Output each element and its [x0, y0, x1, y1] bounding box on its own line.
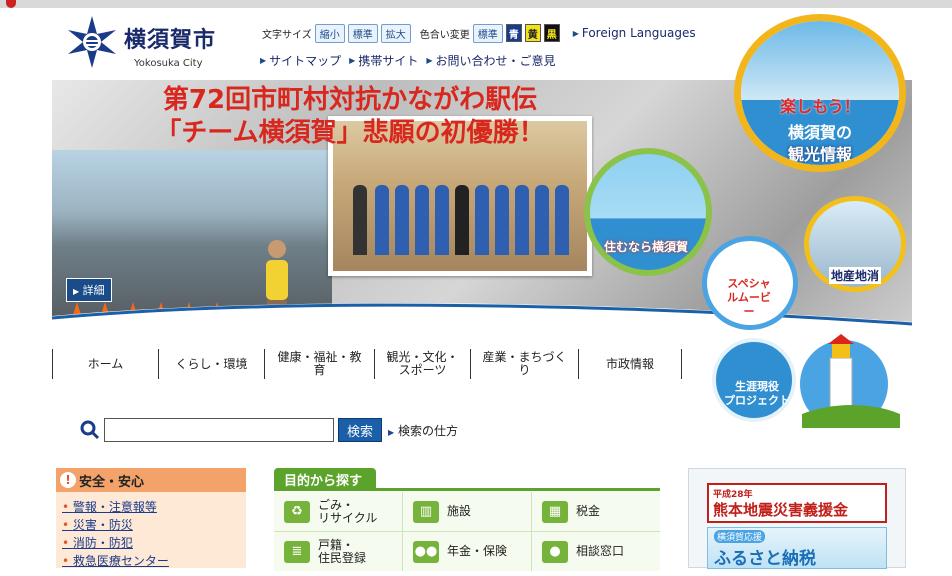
calculator-icon: ▦ — [542, 500, 568, 523]
side-banner-area: 平成28年 熊本地震災害義援金 横須賀応援 ふるさと納税 — [688, 468, 906, 569]
nav-health-welfare-education[interactable]: 健康・福祉・教育 — [264, 349, 374, 379]
kumamoto-donation-banner[interactable]: 平成28年 熊本地震災害義援金 — [707, 483, 887, 523]
purpose-label: ごみ・ リサイクル — [318, 497, 378, 525]
purpose-label: 相談窓口 — [576, 544, 625, 558]
purpose-search-panel: 目的から探す ♻ ごみ・ リサイクル ▥ 施設 ▦ 税金 ≣ 戸籍・ 住民登録 … — [274, 468, 660, 571]
font-size-label: 文字サイズ — [262, 29, 312, 41]
arrow-right-icon: ▶ — [426, 56, 433, 65]
color-black-button[interactable]: 黒 — [543, 24, 560, 42]
purpose-tab: 目的から探す — [274, 468, 376, 490]
sitemap-link[interactable]: ▶ サイトマップ — [260, 52, 341, 69]
tourism-line2: 横須賀の — [787, 123, 852, 142]
hero-title-line1: 第72回市町村対抗かながわ駅伝 — [162, 85, 538, 115]
font-standard-button[interactable]: 標準 — [347, 23, 378, 43]
color-blue-button[interactable]: 青 — [505, 24, 522, 42]
safety-item-disaster[interactable]: 災害・防災 — [62, 516, 240, 534]
arrow-right-icon: ▶ — [260, 56, 267, 65]
foreign-languages-label: Foreign Languages — [581, 26, 696, 40]
city-emblem-icon — [68, 16, 116, 68]
browser-topbar — [0, 0, 952, 8]
person-icon: ● — [542, 540, 568, 563]
arrow-right-icon: ▶ — [388, 428, 395, 437]
kumamoto-title: 熊本地震災害義援金 — [713, 501, 849, 519]
hero-headline: 第72回市町村対抗かながわ駅伝 「チーム横須賀」悲願の初優勝！ — [80, 84, 620, 150]
people-icon: ●● — [413, 540, 439, 563]
hero-title-line2: 「チーム横須賀」悲願の初優勝！ — [155, 118, 545, 148]
special-movie-banner[interactable]: スペシャルムービー — [702, 236, 798, 330]
local-produce-banner[interactable]: 地産地消 — [804, 196, 906, 292]
purpose-family-registry[interactable]: ≣ 戸籍・ 住民登録 — [274, 532, 402, 571]
purpose-grid: ♻ ごみ・ リサイクル ▥ 施設 ▦ 税金 ≣ 戸籍・ 住民登録 ●● 年金・保… — [274, 492, 660, 571]
browser-favicon-icon — [6, 0, 16, 8]
search-input[interactable] — [104, 418, 334, 442]
logo-title: 横須賀市 — [124, 28, 217, 53]
special-movie-label: スペシャルムービー — [727, 277, 771, 318]
live-in-yokosuka-banner[interactable]: 住むなら横須賀 — [584, 148, 712, 276]
safety-heading: ! 安全・安心 — [56, 468, 246, 492]
safety-title: 安全・安心 — [79, 474, 145, 490]
furusato-tax-banner[interactable]: 横須賀応援 ふるさと納税 — [707, 527, 887, 569]
contact-link[interactable]: ▶ お問い合わせ・ご意見 — [426, 52, 555, 69]
furusato-title: ふるさと納税 — [714, 549, 816, 569]
warning-icon: ! — [60, 472, 76, 488]
safety-item-emergency[interactable]: 救急医療センター — [62, 552, 240, 570]
contact-label: お問い合わせ・ご意見 — [435, 54, 556, 68]
purpose-label: 年金・保険 — [447, 544, 508, 558]
purpose-label: 施設 — [447, 504, 472, 518]
search-howto-link[interactable]: ▶ 検索の仕方 — [388, 422, 458, 439]
font-shrink-button[interactable]: 縮小 — [314, 23, 345, 43]
live-in-yokosuka-label: 住むなら横須賀 — [604, 240, 689, 254]
site-logo[interactable]: 横須賀市 Yokosuka City — [66, 14, 236, 74]
lifelong-active-label: 生涯現役 プロジェクト — [724, 380, 790, 407]
lifelong-active-banner[interactable]: 生涯現役 プロジェクト — [712, 338, 796, 422]
nav-industry-town[interactable]: 産業・まちづくり — [470, 349, 578, 379]
foreign-languages-link[interactable]: ▶ Foreign Languages — [573, 26, 696, 40]
nav-city-info[interactable]: 市政情報 — [578, 349, 682, 379]
nav-tourism-culture-sports[interactable]: 観光・文化・ スポーツ — [374, 349, 470, 379]
lighthouse-illustration — [800, 334, 900, 428]
tourism-info-banner[interactable]: 楽しもう！ 横須賀の 観光情報 — [734, 14, 906, 172]
search-button[interactable]: 検索 — [338, 418, 382, 442]
safety-item-warnings[interactable]: 警報・注意報等 — [62, 498, 240, 516]
search-howto-label: 検索の仕方 — [397, 424, 458, 438]
color-yellow-button[interactable]: 黄 — [524, 24, 541, 42]
header-links: ▶ サイトマップ ▶ 携帯サイト ▶ お問い合わせ・ご意見 — [260, 52, 556, 69]
logo-subtitle: Yokosuka City — [134, 58, 203, 69]
purpose-tax[interactable]: ▦ 税金 — [532, 492, 660, 531]
purpose-pension-insurance[interactable]: ●● 年金・保険 — [403, 532, 531, 571]
safety-panel: ! 安全・安心 警報・注意報等 災害・防災 消防・防犯 救急医療センター — [56, 468, 246, 568]
tourism-line1: 楽しもう！ — [780, 97, 860, 116]
accessibility-toolbar: 文字サイズ 縮小 標準 拡大 色合い変更 標準 青 黄 黒 ▶ Foreign … — [262, 22, 696, 44]
building-icon: ▥ — [413, 500, 439, 523]
color-change-label: 色合い変更 — [419, 29, 470, 41]
purpose-label: 戸籍・ 住民登録 — [318, 537, 367, 565]
nav-home[interactable]: ホーム — [52, 349, 158, 379]
safety-item-fire-crime[interactable]: 消防・防犯 — [62, 534, 240, 552]
recycle-icon: ♻ — [284, 500, 310, 523]
mobile-site-label: 携帯サイト — [358, 54, 419, 68]
purpose-facilities[interactable]: ▥ 施設 — [403, 492, 531, 531]
color-standard-button[interactable]: 標準 — [472, 23, 503, 43]
nav-living-environment[interactable]: くらし・環境 — [158, 349, 264, 379]
sitemap-label: サイトマップ — [269, 54, 342, 68]
arrow-right-icon: ▶ — [572, 28, 579, 38]
arrow-right-icon: ▶ — [349, 56, 356, 65]
global-nav: ホーム くらし・環境 健康・福祉・教育 観光・文化・ スポーツ 産業・まちづくり… — [52, 346, 682, 382]
search-icon — [80, 420, 100, 440]
purpose-garbage-recycle[interactable]: ♻ ごみ・ リサイクル — [274, 492, 402, 531]
document-icon: ≣ — [284, 540, 310, 563]
mobile-site-link[interactable]: ▶ 携帯サイト — [349, 52, 418, 69]
purpose-label: 税金 — [576, 504, 601, 518]
furusato-support: 横須賀応援 — [714, 530, 766, 543]
safety-list: 警報・注意報等 災害・防災 消防・防犯 救急医療センター — [56, 492, 246, 576]
purpose-consultation[interactable]: ● 相談窓口 — [532, 532, 660, 571]
font-enlarge-button[interactable]: 拡大 — [380, 23, 411, 43]
tourism-line3: 観光情報 — [787, 145, 852, 164]
local-produce-label: 地産地消 — [829, 267, 882, 284]
